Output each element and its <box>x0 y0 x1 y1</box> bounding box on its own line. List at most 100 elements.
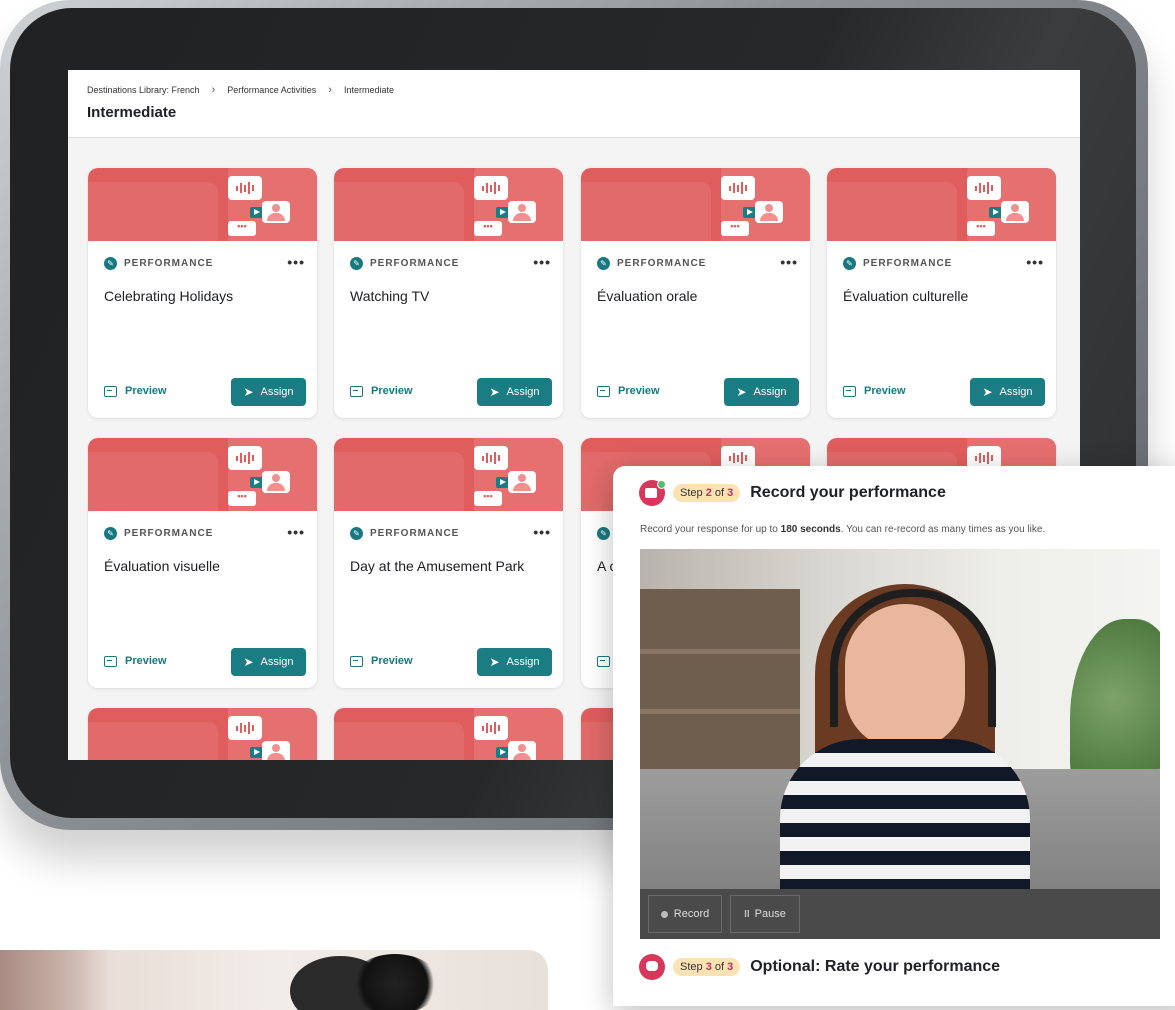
microphone-icon: ✎ <box>104 527 117 540</box>
more-options-button[interactable]: ••• <box>533 254 551 270</box>
preview-link[interactable]: Preview <box>597 385 660 397</box>
microphone-icon: ✎ <box>597 527 610 540</box>
card-banner: ••• <box>334 168 563 241</box>
video-camera-icon <box>639 480 666 506</box>
more-options-button[interactable]: ••• <box>287 524 305 540</box>
preview-link[interactable]: Preview <box>104 385 167 397</box>
card-banner: ••• <box>334 708 563 760</box>
activity-card[interactable]: ••• ✎ PERFORMANCE ••• Évaluation visuelle Pre… <box>88 438 317 688</box>
more-options-button[interactable]: ••• <box>287 254 305 270</box>
step-description: Record your response for up to 180 secon… <box>640 524 1046 535</box>
chat-dots-icon: ••• <box>228 221 256 236</box>
preview-link[interactable]: Preview <box>104 655 167 667</box>
person-icon <box>1001 201 1029 223</box>
breadcrumb-item-library[interactable]: Destinations Library: French <box>87 85 200 95</box>
step-badge: Step 3 of 3 <box>673 958 741 976</box>
preview-icon <box>104 655 117 667</box>
preview-link[interactable]: Preview <box>350 655 413 667</box>
microphone-icon: ✎ <box>843 257 856 270</box>
card-tag: ✎PERFORMANCE <box>350 527 550 540</box>
chevron-right-icon: › <box>328 84 332 96</box>
breadcrumb-item-performance[interactable]: Performance Activities <box>227 85 316 95</box>
more-options-button[interactable]: ••• <box>780 254 798 270</box>
chat-bubble-icon <box>639 954 665 980</box>
card-banner: ••• <box>88 168 317 241</box>
card-tag: ✎PERFORMANCE <box>597 257 797 270</box>
recording-controls: Record II Pause <box>640 889 1160 939</box>
person-icon <box>262 201 290 223</box>
preview-link[interactable]: Preview <box>350 385 413 397</box>
pause-button[interactable]: II Pause <box>730 895 800 933</box>
audio-bubble-icon <box>474 176 508 200</box>
activity-card[interactable]: ••• ✎ PERFORMANCE ••• Évaluation culturelle P… <box>827 168 1056 418</box>
step-badge: Step 2 of 3 <box>673 484 741 502</box>
microphone-icon: ✎ <box>104 257 117 270</box>
audio-bubble-icon <box>721 176 755 200</box>
assign-button[interactable]: ➤Assign <box>970 378 1045 406</box>
person-icon <box>508 471 536 493</box>
decorative-photo <box>0 950 548 1010</box>
pause-icon: II <box>744 908 750 920</box>
card-banner: ••• <box>827 168 1056 241</box>
person-icon <box>508 741 536 760</box>
send-icon: ➤ <box>489 655 500 669</box>
chat-dots-icon: ••• <box>721 221 749 236</box>
chevron-right-icon: › <box>211 84 216 96</box>
preview-icon <box>843 385 856 397</box>
send-icon: ➤ <box>736 385 747 399</box>
record-panel: Step 2 of 3 Record your performance Reco… <box>613 466 1175 1006</box>
video-preview <box>640 549 1160 889</box>
card-title: Watching TV <box>350 288 430 304</box>
audio-bubble-icon <box>228 176 262 200</box>
card-tag: ✎PERFORMANCE <box>104 527 304 540</box>
step-title: Optional: Rate your performance <box>750 958 1001 975</box>
activity-card[interactable]: ••• ✎ PERFORMANCE ••• Day at the Amusement P… <box>334 438 563 688</box>
preview-icon <box>350 655 363 667</box>
card-banner: ••• <box>88 708 317 760</box>
breadcrumb: Destinations Library: French › Performan… <box>87 84 394 96</box>
chat-dots-icon: ••• <box>474 491 502 506</box>
activity-card[interactable]: ••• <box>88 708 317 760</box>
assign-button[interactable]: ➤Assign <box>231 648 306 676</box>
send-icon: ➤ <box>243 385 254 399</box>
card-title: Celebrating Holidays <box>104 288 234 304</box>
card-title: Day at the Amusement Park <box>350 558 525 574</box>
person-icon <box>262 741 290 760</box>
record-button[interactable]: Record <box>648 895 722 933</box>
chat-dots-icon: ••• <box>967 221 995 236</box>
person-icon <box>262 471 290 493</box>
send-icon: ➤ <box>982 385 993 399</box>
preview-link[interactable]: Preview <box>843 385 906 397</box>
card-banner: ••• <box>334 438 563 511</box>
activity-card[interactable]: ••• ✎ PERFORMANCE ••• Celebrating Holidays Pr… <box>88 168 317 418</box>
preview-icon <box>104 385 117 397</box>
assign-button[interactable]: ➤Assign <box>231 378 306 406</box>
send-icon: ➤ <box>243 655 254 669</box>
activity-card[interactable]: ••• <box>334 708 563 760</box>
person-icon <box>508 201 536 223</box>
card-tag: ✎PERFORMANCE <box>843 257 1043 270</box>
breadcrumb-item-intermediate: Intermediate <box>343 85 394 95</box>
preview-icon <box>597 385 610 397</box>
record-icon <box>660 910 668 918</box>
page-title: Intermediate <box>87 104 177 121</box>
preview-icon <box>597 655 610 667</box>
step-3-header[interactable]: Step 3 of 3 Optional: Rate your performa… <box>639 954 1000 980</box>
audio-bubble-icon <box>474 716 508 740</box>
assign-button[interactable]: ➤Assign <box>724 378 799 406</box>
microphone-icon: ✎ <box>350 257 363 270</box>
activity-card[interactable]: ••• ✎ PERFORMANCE ••• Évaluation orale Previe… <box>581 168 810 418</box>
audio-bubble-icon <box>967 176 1001 200</box>
more-options-button[interactable]: ••• <box>1026 254 1044 270</box>
activity-card[interactable]: ••• ✎ PERFORMANCE ••• Watching TV Preview ➤ Ass… <box>334 168 563 418</box>
step-2-header: Step 2 of 3 Record your performance <box>639 480 946 506</box>
assign-button[interactable]: ➤Assign <box>477 378 552 406</box>
audio-bubble-icon <box>228 716 262 740</box>
card-banner: ••• <box>581 168 810 241</box>
microphone-icon: ✎ <box>350 527 363 540</box>
assign-button[interactable]: ➤Assign <box>477 648 552 676</box>
chat-dots-icon: ••• <box>474 221 502 236</box>
more-options-button[interactable]: ••• <box>533 524 551 540</box>
card-banner: ••• <box>88 438 317 511</box>
card-title: Évaluation culturelle <box>843 288 969 304</box>
